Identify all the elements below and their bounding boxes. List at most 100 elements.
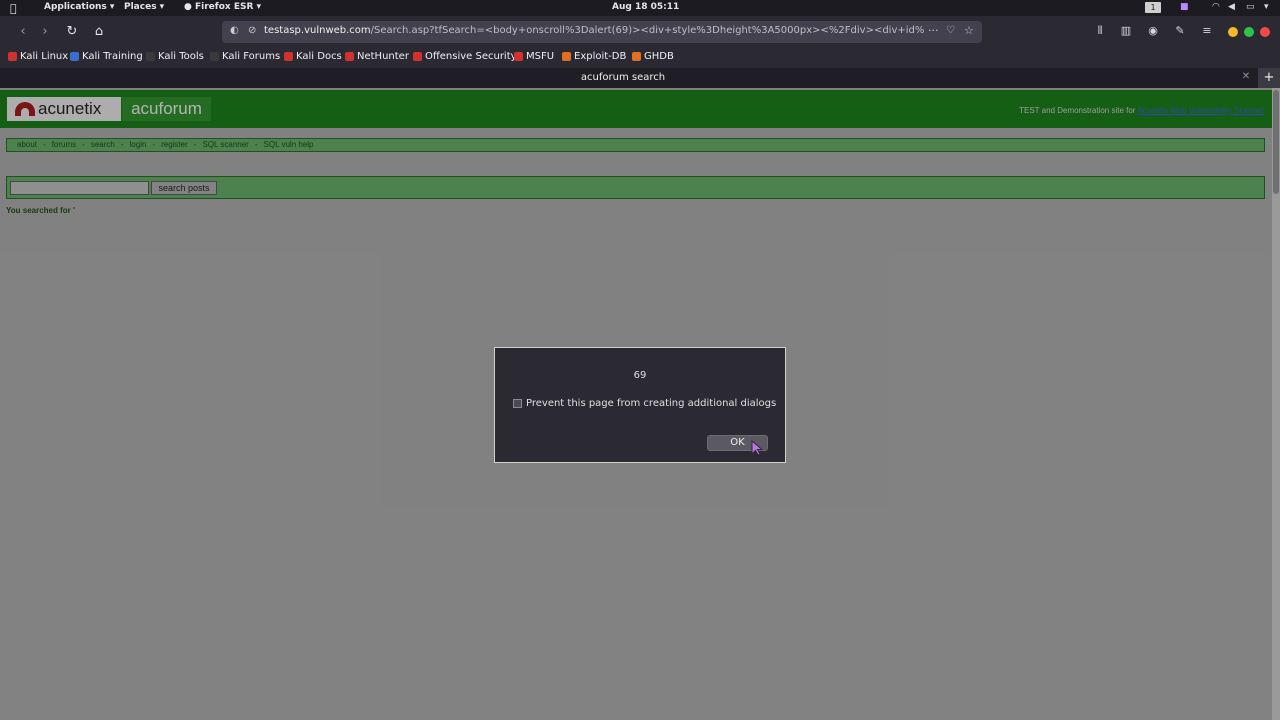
new-tab-button[interactable]: + [1258,68,1280,88]
reload-icon[interactable]: ↻ [63,23,81,41]
prevent-dialogs-checkbox[interactable] [513,399,522,408]
bookmark-label: GHDB [644,51,674,62]
nav-separator: - [43,140,46,149]
system-top-bar:  Applications ▾ Places ▾ ● Firefox ESR … [0,0,1280,16]
nav-about-link[interactable]: about [17,140,37,149]
forward-icon[interactable]: › [36,23,54,41]
tracking-shield-icon[interactable]: ◐ [230,25,239,36]
firefox-app-menu[interactable]: ● Firefox ESR ▾ [184,2,261,12]
nav-separator: - [193,140,197,149]
apple-logo-icon[interactable]:  [10,2,17,15]
account-icon[interactable]: ◉ [1145,24,1161,37]
library-icon[interactable]: ⫴ [1092,24,1108,38]
kali-linux-icon [8,52,17,61]
site-header: acunetix acuforum TEST and Demonstration… [0,90,1272,128]
bookmark-kali-forums[interactable]: Kali Forums [210,51,280,62]
mouse-cursor-icon [751,440,764,456]
nav-search-link[interactable]: search [91,140,115,149]
nav-register-link[interactable]: register [161,140,188,149]
ghdb-icon [632,52,641,61]
navigation-toolbar: ‹ › ↻ ⌂ ◐ ⊘ testasp.vulnweb.com/Search.a… [0,16,1280,48]
bookmark-label: Kali Linux [20,51,69,62]
bookmark-star-icon[interactable]: ☆ [964,24,974,37]
bookmark-label: MSFU [526,51,555,62]
scrollbar-thumb[interactable] [1273,90,1279,194]
search-form: search posts [6,176,1265,199]
pocket-icon[interactable]: ♡ [946,25,955,36]
offensive-security-icon [413,52,422,61]
battery-icon[interactable]: ▭ [1246,2,1255,12]
active-tab-title[interactable]: acuforum search [0,72,1246,83]
bookmark-kali-docs[interactable]: Kali Docs [284,51,342,62]
search-posts-button[interactable]: search posts [151,181,217,195]
url-text[interactable]: testasp.vulnweb.com/Search.asp?tfSearch=… [264,25,924,36]
minimize-window-button[interactable] [1228,27,1238,37]
page-actions-icon[interactable]: ··· [928,24,939,37]
firefox-menu-label: Firefox ESR ▾ [195,2,262,12]
prevent-dialogs-option[interactable]: Prevent this page from creating addition… [513,398,776,409]
bookmark-kali-linux[interactable]: Kali Linux [8,51,68,62]
bookmark-label: Offensive Security [425,51,517,62]
close-tab-icon[interactable]: ✕ [1240,71,1252,82]
nav-sql-vuln-help-link[interactable]: SQL vuln help [264,140,314,149]
bookmark-label: Kali Forums [222,51,281,62]
home-icon[interactable]: ⌂ [90,23,108,41]
url-bar[interactable]: ◐ ⊘ testasp.vulnweb.com/Search.asp?tfSea… [222,21,982,43]
firefox-icon: ● [184,2,192,12]
kali-training-icon [70,52,79,61]
hamburger-menu-icon[interactable]: ≡ [1199,24,1215,37]
search-input[interactable] [10,181,149,195]
maximize-window-button[interactable] [1244,27,1254,37]
nav-separator: - [254,140,258,149]
bookmark-label: Kali Tools [158,51,204,62]
close-window-button[interactable] [1260,27,1270,37]
site-info-icon[interactable]: ⊘ [248,25,256,36]
page-scrollbar[interactable] [1272,88,1280,720]
nav-separator: - [120,140,124,149]
url-host: testasp.vulnweb.com [264,25,371,36]
tray-app-icon[interactable]: ■ [1180,2,1189,12]
nav-separator: - [152,140,156,149]
tab-strip: acuforum search ✕ + [0,68,1280,88]
nav-login-link[interactable]: login [130,140,147,149]
bookmark-label: Kali Training [82,51,143,62]
bookmark-ghdb[interactable]: GHDB [632,51,674,62]
extension-icon[interactable]: ✎ [1172,24,1188,37]
nav-forums-link[interactable]: forums [52,140,76,149]
places-menu[interactable]: Places ▾ [124,2,164,12]
alert-dialog: 69 Prevent this page from creating addit… [494,347,786,463]
bookmark-exploit-db[interactable]: Exploit-DB [562,51,626,62]
bookmarks-toolbar: Kali Linux Kali Training Kali Tools Kali… [0,48,1280,68]
msfu-icon [514,52,523,61]
bookmark-offensive-security[interactable]: Offensive Security [413,51,517,62]
sidebar-icon[interactable]: ▥ [1118,24,1134,37]
nethunter-icon [345,52,354,61]
wifi-icon[interactable]: ◠ [1212,2,1220,12]
bookmark-label: NetHunter [357,51,409,62]
clock[interactable]: Aug 18 05:11 [612,2,679,12]
acunetix-logo-text: acunetix [38,99,102,118]
header-tagline-text: TEST and Demonstration site for [1019,106,1138,115]
bookmark-msfu[interactable]: MSFU [514,51,554,62]
search-result-text: You searched for ' [6,206,75,215]
workspace-indicator[interactable]: 1 [1145,2,1161,13]
exploit-db-icon [562,52,571,61]
site-nav: about - forums - search - login - register - SQL s… [6,138,1265,152]
nav-separator: - [82,140,85,149]
kali-forums-icon [210,52,219,61]
kali-docs-icon [284,52,293,61]
back-icon[interactable]: ‹ [14,23,32,41]
bookmark-nethunter[interactable]: NetHunter [345,51,409,62]
volume-icon[interactable]: ◀ [1228,2,1235,12]
power-menu-icon[interactable]: ▾ [1264,2,1269,12]
nav-sql-scanner-link[interactable]: SQL scanner [202,140,248,149]
acuforum-logo[interactable]: acuforum [122,97,211,121]
applications-menu[interactable]: Applications ▾ [44,2,114,12]
kali-tools-icon [146,52,155,61]
bookmark-kali-training[interactable]: Kali Training [70,51,143,62]
acunetix-scanner-link[interactable]: Acunetix Web Vulnerability Scanner [1137,106,1264,115]
bookmark-kali-tools[interactable]: Kali Tools [146,51,204,62]
acunetix-logo[interactable]: acunetix [7,97,121,121]
prevent-dialogs-label[interactable]: Prevent this page from creating addition… [526,398,776,409]
bookmark-label: Exploit-DB [574,51,627,62]
